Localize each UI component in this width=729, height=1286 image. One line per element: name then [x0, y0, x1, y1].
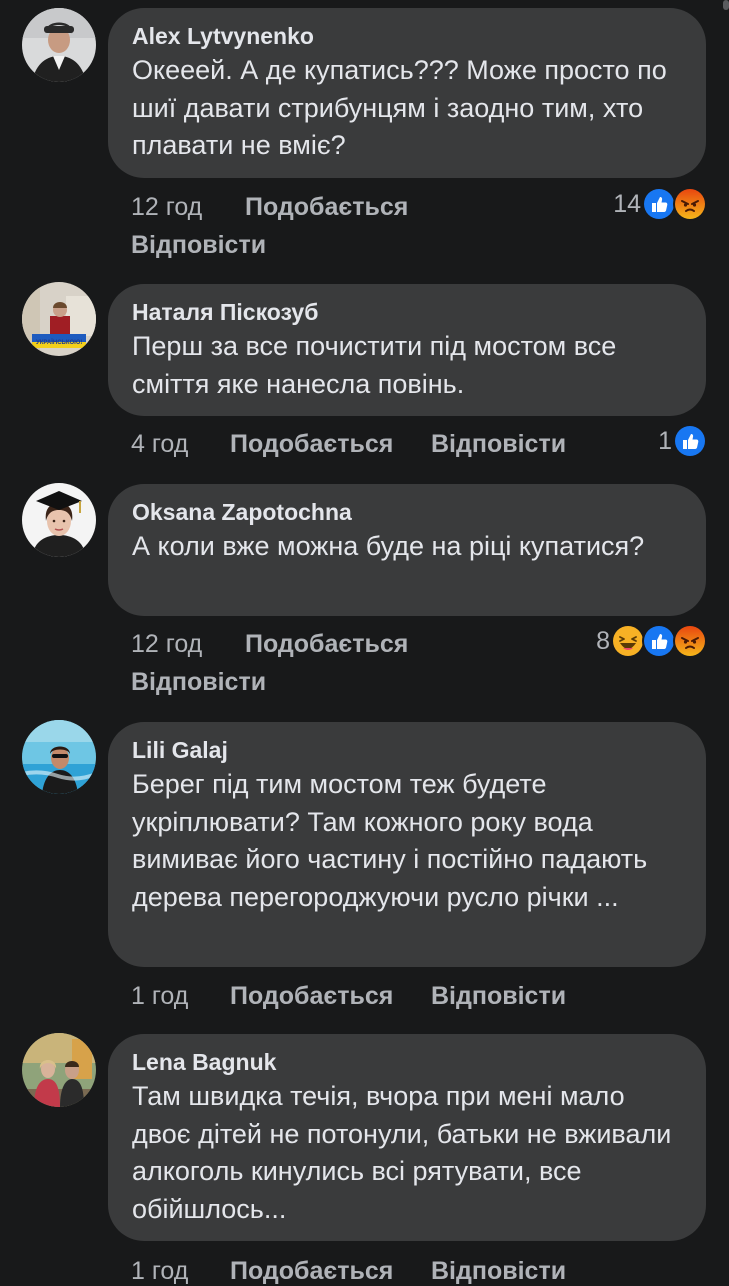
comment-author[interactable]: Oksana Zapotochna	[132, 498, 682, 526]
reply-button[interactable]: Відповісти	[431, 429, 566, 459]
reply-button[interactable]: Відповісти	[131, 230, 266, 260]
like-button[interactable]: Подобається	[230, 981, 393, 1011]
avatar-image	[22, 8, 96, 82]
comment-author[interactable]: Lena Bagnuk	[132, 1048, 682, 1076]
reaction-summary[interactable]: 1	[658, 424, 707, 458]
comment-bubble: Lena Bagnuk Там швидка течія, вчора при …	[108, 1034, 706, 1241]
like-icon	[642, 187, 676, 221]
comment-actions: 12 год Подобається	[131, 629, 408, 659]
reaction-summary[interactable]: 8	[596, 624, 707, 658]
like-button[interactable]: Подобається	[230, 429, 393, 459]
haha-icon	[611, 624, 645, 658]
avatar[interactable]: УКРАЇНСЬКОЮ!	[22, 282, 96, 356]
avatar[interactable]	[22, 1033, 96, 1107]
reaction-count: 8	[596, 627, 610, 655]
comment-time[interactable]: 1 год	[131, 1257, 188, 1285]
comment-bubble: Alex Lytvynenko Окееей. А де купатись???…	[108, 8, 706, 178]
like-button[interactable]: Подобається	[245, 629, 408, 659]
comment-author[interactable]: Lili Galaj	[132, 736, 682, 764]
scrollbar[interactable]	[723, 0, 729, 1280]
like-button[interactable]: Подобається	[230, 1256, 393, 1286]
comment-text: Берег під тим мостом теж будете укріплюв…	[132, 769, 648, 912]
comment-author[interactable]: Alex Lytvynenko	[132, 22, 682, 50]
like-button[interactable]: Подобається	[245, 192, 408, 222]
avatar[interactable]	[22, 720, 96, 794]
avatar-image	[22, 1033, 96, 1107]
comment-author[interactable]: Наталя Піскозуб	[132, 298, 682, 326]
comment-bubble: Lili Galaj Берег під тим мостом теж буде…	[108, 722, 706, 967]
reply-button[interactable]: Відповісти	[431, 1256, 566, 1286]
comment-time[interactable]: 12 год	[131, 630, 202, 658]
comment-bubble: Oksana Zapotochna А коли вже можна буде …	[108, 484, 706, 616]
comment-actions: 4 год Подобається Відповісти	[131, 429, 566, 459]
comment-text: А коли вже можна буде на ріці купатися?	[132, 531, 645, 561]
comment-time[interactable]: 4 год	[131, 430, 188, 458]
like-icon	[673, 424, 707, 458]
comment-text: Окееей. А де купатись??? Може просто по …	[132, 55, 667, 160]
reply-button[interactable]: Відповісти	[431, 981, 566, 1011]
comment-actions: 1 год Подобається Відповісти	[131, 981, 566, 1011]
comment-text: Там швидка течія, вчора при мені мало дв…	[132, 1081, 672, 1224]
comment-time[interactable]: 12 год	[131, 193, 202, 221]
reaction-summary[interactable]: 14	[613, 187, 707, 221]
comment-time[interactable]: 1 год	[131, 982, 188, 1010]
avatar-caption: УКРАЇНСЬКОЮ!	[36, 340, 83, 346]
reaction-count: 1	[658, 427, 672, 455]
comment-text: Перш за все почистити під мостом все смі…	[132, 331, 617, 399]
reply-button[interactable]: Відповісти	[131, 667, 266, 697]
comment-actions: 1 год Подобається Відповісти	[131, 1256, 566, 1286]
avatar-image	[22, 483, 96, 557]
angry-icon	[673, 624, 707, 658]
angry-icon	[673, 187, 707, 221]
avatar-image	[22, 720, 96, 794]
like-icon	[642, 624, 676, 658]
comment-bubble: Наталя Піскозуб Перш за все почистити пі…	[108, 284, 706, 416]
comment-actions: 12 год Подобається	[131, 192, 408, 222]
scrollbar-thumb[interactable]	[723, 0, 729, 10]
avatar[interactable]	[22, 8, 96, 82]
avatar[interactable]	[22, 483, 96, 557]
reaction-count: 14	[613, 190, 641, 218]
